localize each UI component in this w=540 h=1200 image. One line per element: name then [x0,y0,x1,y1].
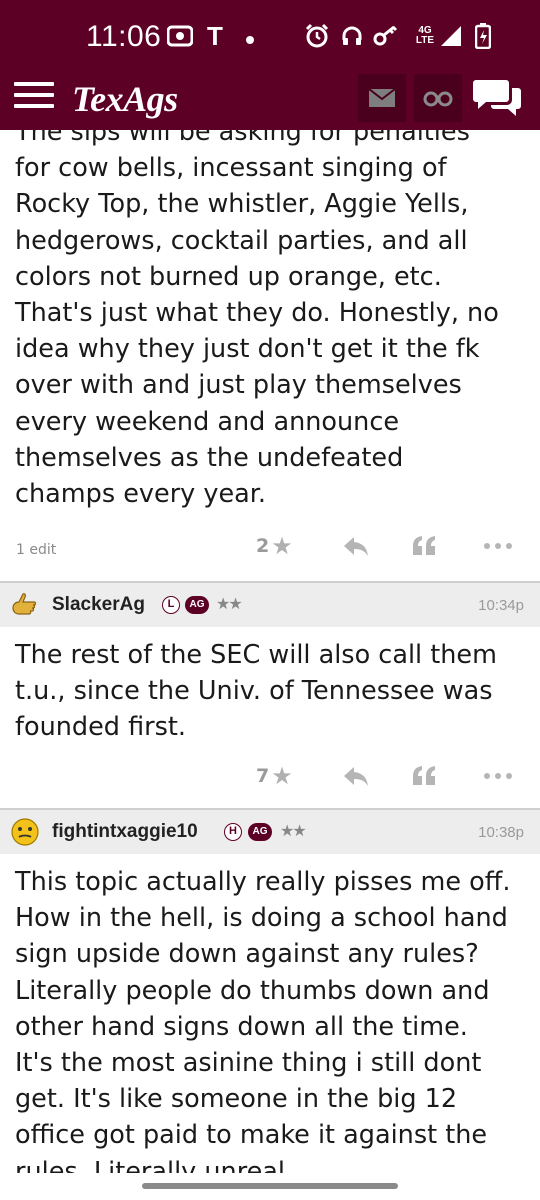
more-options-icon[interactable] [482,532,514,560]
app-bar: TexAgs [0,74,540,130]
star-icon: ★ [271,532,293,560]
post-line: The sips will be asking for penalties [15,130,470,147]
ag-badge: AG [185,596,209,614]
star-count: 7 [256,765,270,787]
post-line: office got paid to make it against the [15,1120,488,1151]
star-count: 2 [256,535,270,557]
post-line: sign upside down against any rules? [15,939,479,970]
post-line: over with and just play themselves [15,370,462,401]
post-header: fightintxaggie10 H AG ★★ 10:38p [0,810,540,854]
post-line: for cow bells, incessant singing of [15,153,447,184]
username[interactable]: SlackerAg [52,594,145,616]
post-line: t.u., since the Univ. of Tennessee was [15,676,493,707]
menu-icon[interactable] [14,82,54,116]
edit-count[interactable]: 1 edit [16,542,56,558]
star-rating-button[interactable]: 7 ★ [256,762,293,790]
post-line: Literally people do thumbs down and [15,975,490,1006]
post-line: other hand signs down all the time. [15,1011,468,1042]
chat-icon[interactable] [472,76,524,120]
post-line: The rest of the SEC will also call them [15,640,497,670]
post-line: This topic actually really pisses me off… [15,867,511,897]
post-body: The sips will be asking for penalties fo… [0,130,540,512]
reply-icon[interactable] [340,532,372,560]
status-time: 11:06 [86,20,162,53]
headphones-icon [340,22,364,50]
key-icon [372,22,400,50]
post-actions: 1 edit 2 ★ [0,528,540,568]
post-body: This topic actually really pisses me off… [0,864,540,1173]
avatar[interactable] [10,590,40,620]
network-type: 4G LTE [415,25,435,46]
quote-icon[interactable] [408,762,440,790]
post-line: Rocky Top, the whistler, Aggie Yells, [15,189,469,220]
post-time: 10:38p [478,824,524,841]
post-line: idea why they just don't get it the fk [15,334,480,365]
post-body: The rest of the SEC will also call them … [0,637,540,746]
home-gesture-handle[interactable] [142,1183,398,1189]
post-line: That's just what they do. Honestly, no [15,298,499,329]
rank-stars: ★★ [216,594,243,613]
mail-icon[interactable] [358,74,406,122]
username[interactable]: fightintxaggie10 [52,821,198,843]
post-line: every weekend and announce [15,406,400,437]
level-badge: H [224,823,242,841]
post-time: 10:34p [478,597,524,614]
post-line: It's the most asinine thing i still dont [15,1048,482,1079]
post-line: colors not burned up orange, etc. [15,261,442,292]
post-header: SlackerAg L AG ★★ 10:34p [0,583,540,627]
post-line: How in the hell, is doing a school hand [15,903,508,934]
post-actions: 7 ★ [0,758,540,798]
binoculars-icon[interactable] [414,74,462,122]
post-line: hedgerows, cocktail parties, and all [15,225,468,256]
dot-icon [246,36,254,44]
star-rating-button[interactable]: 2 ★ [256,532,293,560]
post-line: themselves as the undefeated [15,442,404,473]
quote-icon[interactable] [408,532,440,560]
post-line: get. It's like someone in the big 12 [15,1084,458,1115]
post-line: champs every year. [15,479,267,510]
t-mobile-icon: T [207,20,223,51]
star-icon: ★ [271,762,293,790]
level-badge: L [162,596,180,614]
status-bar: 11:06 T 4G LTE [0,0,540,74]
thread-content[interactable]: The sips will be asking for penalties fo… [0,130,540,1173]
texags-logo[interactable]: TexAgs [72,78,178,120]
avatar[interactable] [10,817,40,847]
rank-stars: ★★ [280,821,307,840]
battery-charging-icon [474,22,492,50]
radio-icon [166,22,194,50]
system-navigation-bar [0,1173,540,1200]
signal-icon [438,22,464,50]
post-line: rules. Literally unreal. [15,1156,294,1173]
alarm-icon [304,22,330,50]
more-options-icon[interactable] [482,762,514,790]
ag-badge: AG [248,823,272,841]
post-line: founded first. [15,712,187,743]
reply-icon[interactable] [340,762,372,790]
